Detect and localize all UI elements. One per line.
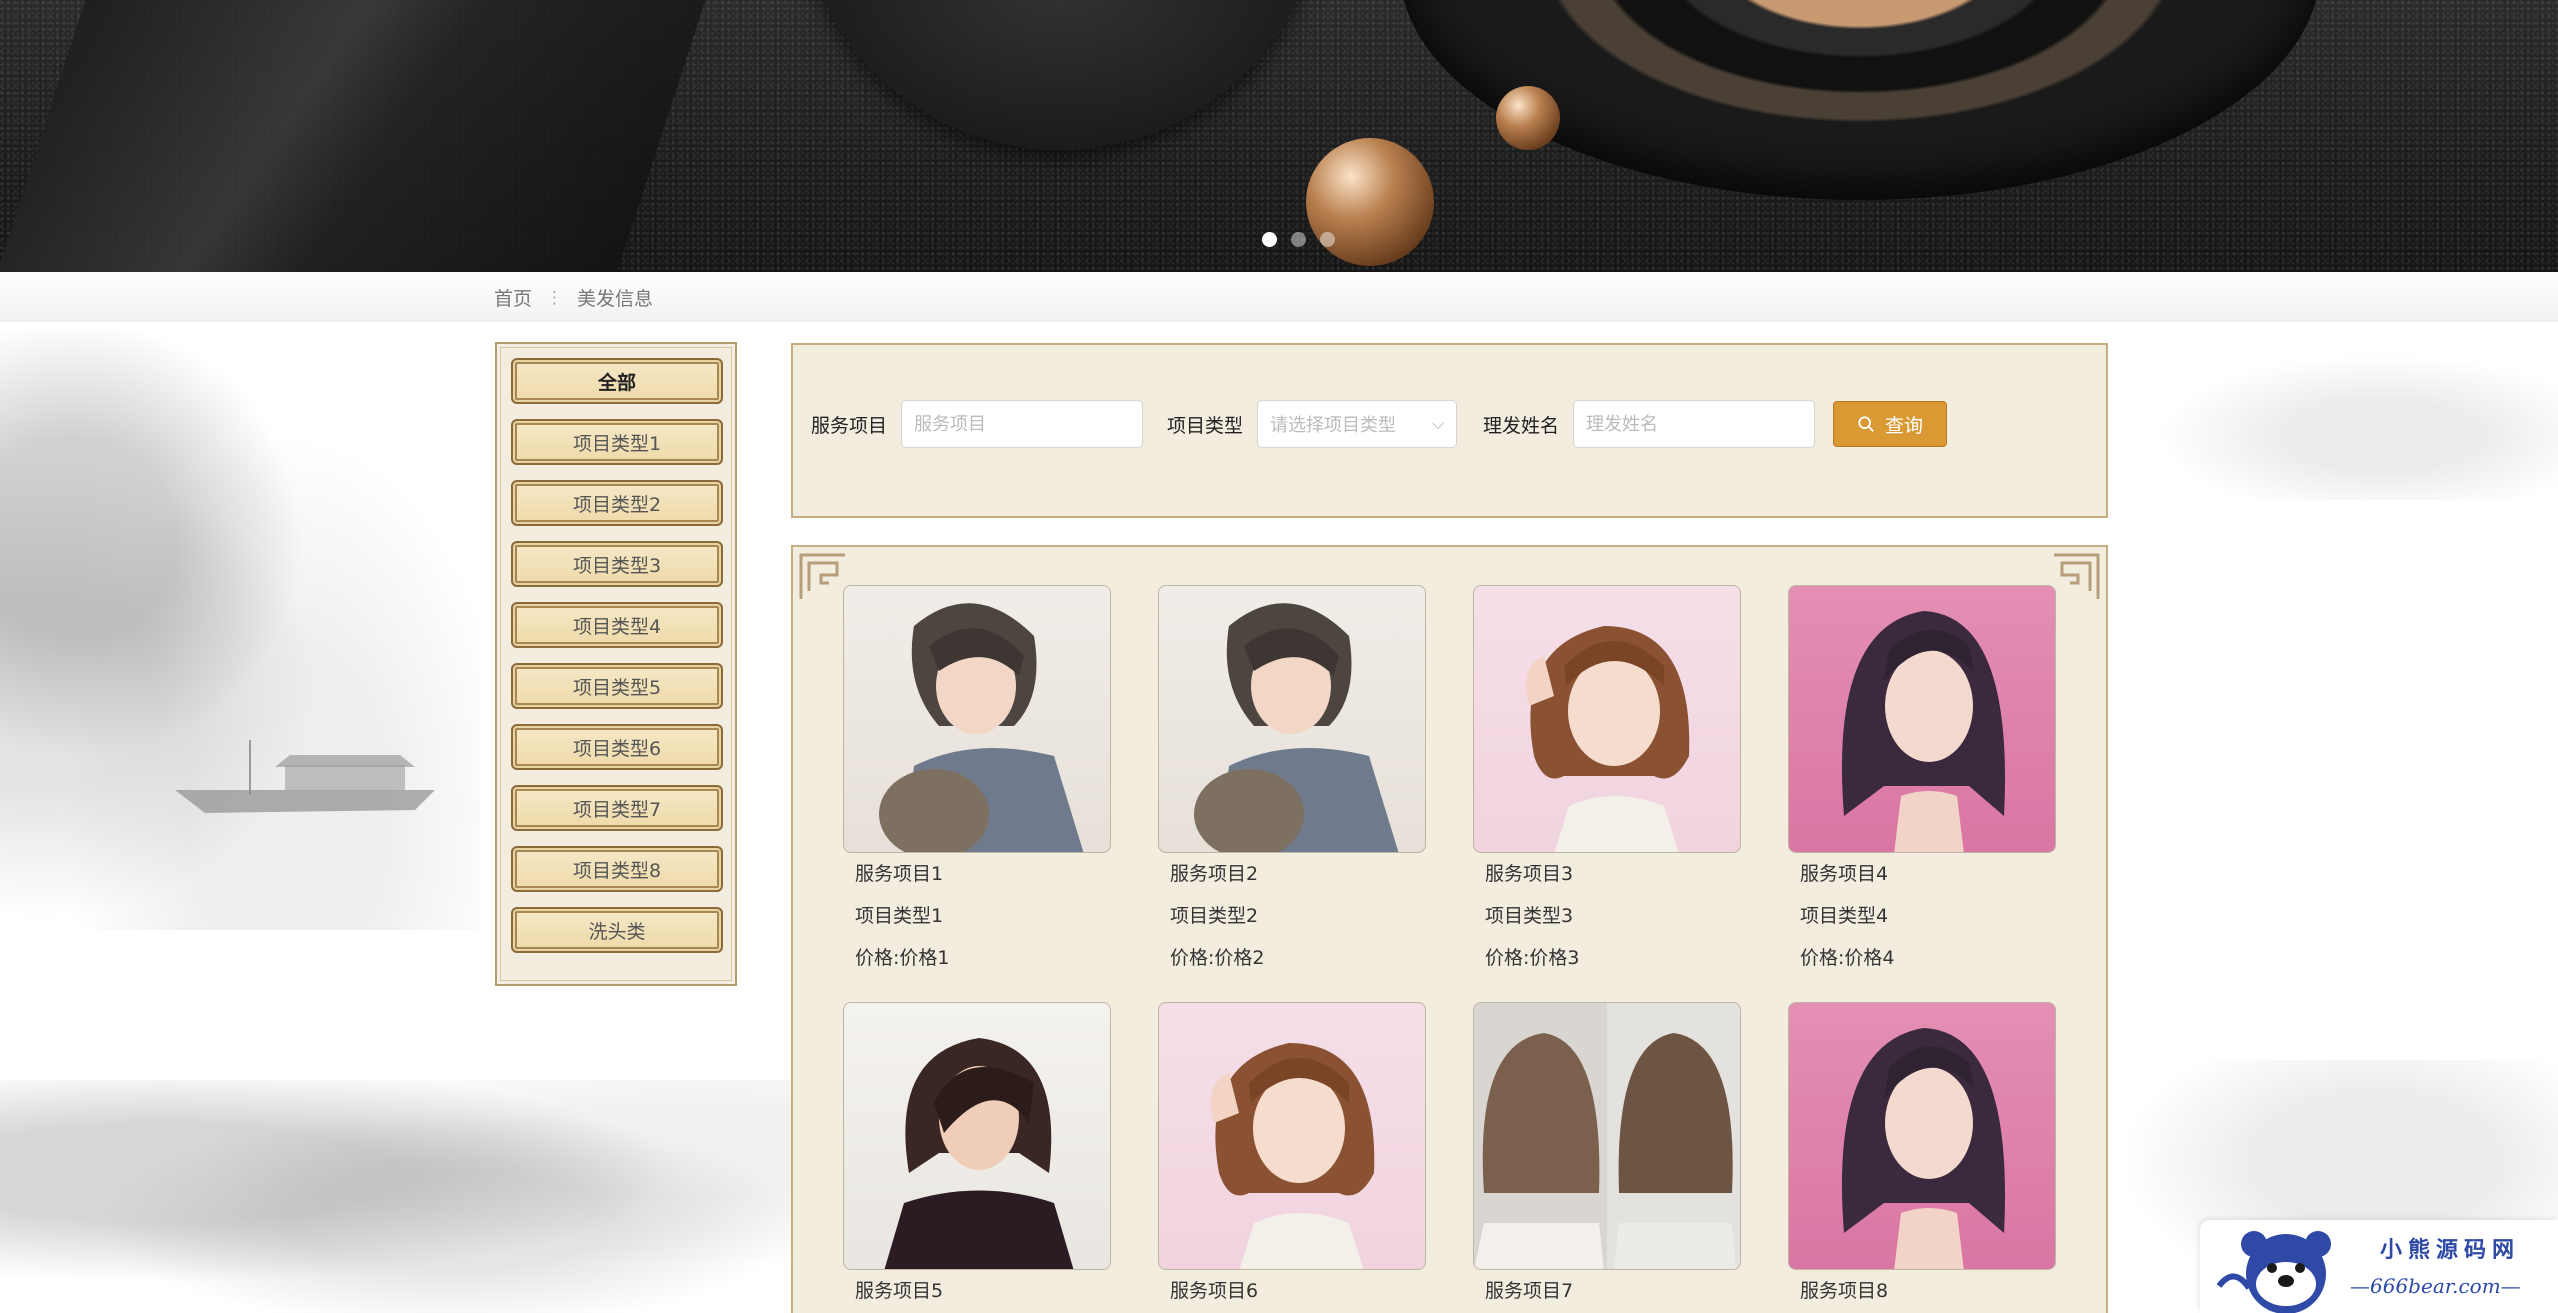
breadcrumb-bar: 首页 ⋮ 美发信息	[0, 272, 2558, 322]
product-image[interactable]	[843, 1002, 1111, 1270]
product-type: 项目类型3	[1485, 905, 1574, 927]
product-card[interactable]: 服务项目8	[1788, 1002, 2056, 1312]
product-card[interactable]: 服务项目5	[843, 1002, 1111, 1312]
product-type: 项目类型4	[1800, 905, 1889, 927]
category-type8-button[interactable]: 项目类型8	[511, 846, 723, 892]
product-image[interactable]	[1473, 585, 1741, 853]
chevron-down-icon: ⌵	[1431, 414, 1445, 433]
product-card[interactable]: 服务项目1 项目类型1 价格:价格1	[843, 585, 1111, 979]
banner-pouch-decoration	[800, 0, 1320, 150]
product-grid-panel: 服务项目1 项目类型1 价格:价格1 服务项目2 项目类型2 价格:价格2 服务…	[791, 545, 2108, 1313]
banner-pearl-decoration	[1496, 86, 1560, 150]
category-type4-button[interactable]: 项目类型4	[511, 602, 723, 648]
carousel-dots	[1262, 232, 1335, 247]
carousel-dot-2[interactable]	[1291, 232, 1306, 247]
product-name: 服务项目8	[1800, 1280, 1889, 1302]
product-card[interactable]: 服务项目3 项目类型3 价格:价格3	[1473, 585, 1741, 979]
service-input[interactable]	[901, 400, 1144, 448]
watermark-title: 小熊源码网	[2380, 1238, 2521, 1263]
product-image[interactable]	[843, 585, 1111, 853]
carousel-dot-3[interactable]	[1320, 232, 1335, 247]
category-type2-button[interactable]: 项目类型2	[511, 480, 723, 526]
product-type: 项目类型2	[1170, 905, 1259, 927]
breadcrumb: 首页 ⋮ 美发信息	[494, 284, 653, 311]
product-type: 项目类型1	[855, 905, 944, 927]
hero-banner[interactable]	[0, 0, 2558, 272]
ink-hills-decoration	[0, 1080, 820, 1313]
type-select-placeholder: 请选择项目类型	[1270, 415, 1397, 436]
product-image[interactable]	[1788, 1002, 2056, 1270]
product-image[interactable]	[1158, 1002, 1426, 1270]
banner-ribbon-decoration	[0, 0, 719, 272]
watermark-url: —666bear.com—	[2350, 1274, 2521, 1298]
type-select[interactable]: 请选择项目类型 ⌵	[1257, 400, 1458, 448]
product-name: 服务项目4	[1800, 863, 1889, 885]
breadcrumb-home-link[interactable]: 首页	[494, 284, 532, 311]
search-button-label: 查询	[1885, 414, 1924, 437]
product-name: 服务项目5	[855, 1280, 944, 1302]
product-name: 服务项目1	[855, 863, 944, 885]
search-icon	[1858, 416, 1874, 432]
category-all-button[interactable]: 全部	[511, 358, 723, 404]
breadcrumb-current: 美发信息	[577, 288, 654, 310]
category-panel: 全部 项目类型1 项目类型2 项目类型3 项目类型4 项目类型5 项目类型6 项…	[495, 342, 737, 986]
type-label: 项目类型	[1167, 414, 1244, 437]
corner-ornament-icon	[2054, 553, 2100, 599]
site-watermark-logo: 小熊源码网 —666bear.com—	[2200, 1220, 2558, 1313]
barber-label: 理发姓名	[1483, 414, 1560, 437]
category-type5-button[interactable]: 项目类型5	[511, 663, 723, 709]
category-type7-button[interactable]: 项目类型7	[511, 785, 723, 831]
barber-input[interactable]	[1573, 400, 1816, 448]
product-price: 价格:价格3	[1485, 947, 1580, 969]
category-type6-button[interactable]: 项目类型6	[511, 724, 723, 770]
product-card[interactable]: 服务项目4 项目类型4 价格:价格4	[1788, 585, 2056, 979]
product-price: 价格:价格2	[1170, 947, 1265, 969]
product-card[interactable]: 服务项目7	[1473, 1002, 1741, 1312]
boat-illustration	[175, 740, 435, 813]
ink-mountain-decoration	[0, 330, 480, 930]
product-price: 价格:价格4	[1800, 947, 1895, 969]
breadcrumb-separator-icon: ⋮	[546, 287, 564, 308]
carousel-dot-1[interactable]	[1262, 232, 1277, 247]
search-form: 服务项目 项目类型 请选择项目类型 ⌵ 理发姓名 查询	[811, 400, 1948, 448]
category-shampoo-button[interactable]: 洗头类	[511, 907, 723, 953]
bear-logo-icon	[2216, 1231, 2331, 1313]
service-label: 服务项目	[811, 414, 888, 437]
product-card[interactable]: 服务项目6	[1158, 1002, 1426, 1312]
product-image[interactable]	[1158, 585, 1426, 853]
search-button[interactable]: 查询	[1833, 401, 1948, 447]
corner-ornament-icon	[799, 553, 845, 599]
product-image[interactable]	[1788, 585, 2056, 853]
product-price: 价格:价格1	[855, 947, 950, 969]
product-name: 服务项目6	[1170, 1280, 1259, 1302]
search-panel: 服务项目 项目类型 请选择项目类型 ⌵ 理发姓名 查询	[791, 343, 2108, 518]
ink-mist-decoration	[2120, 340, 2558, 500]
category-type3-button[interactable]: 项目类型3	[511, 541, 723, 587]
product-name: 服务项目3	[1485, 863, 1574, 885]
product-name: 服务项目7	[1485, 1280, 1574, 1302]
category-type1-button[interactable]: 项目类型1	[511, 419, 723, 465]
product-card[interactable]: 服务项目2 项目类型2 价格:价格2	[1158, 585, 1426, 979]
product-image[interactable]	[1473, 1002, 1741, 1270]
product-name: 服务项目2	[1170, 863, 1259, 885]
